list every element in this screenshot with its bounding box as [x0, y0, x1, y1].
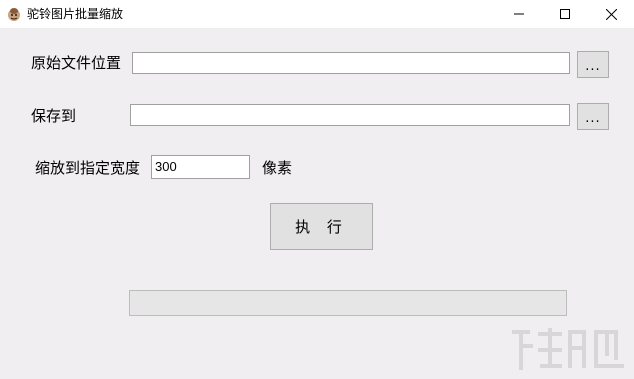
watermark-logo	[512, 328, 624, 370]
minimize-icon	[514, 13, 524, 15]
save-browse-button[interactable]: ...	[577, 103, 609, 130]
app-icon	[8, 8, 20, 21]
close-icon	[605, 8, 617, 20]
source-browse-button[interactable]: ...	[577, 51, 609, 78]
progress-bar	[129, 290, 567, 316]
maximize-button[interactable]	[542, 0, 588, 28]
title-bar: 驼铃图片批量缩放	[0, 0, 634, 28]
execute-button[interactable]: 执 行	[270, 203, 373, 250]
save-to-label: 保存到	[31, 107, 77, 125]
window-title: 驼铃图片批量缩放	[27, 7, 124, 21]
close-button[interactable]	[588, 0, 634, 28]
source-location-input[interactable]	[132, 52, 570, 74]
target-width-label: 缩放到指定宽度	[35, 159, 141, 177]
save-to-input[interactable]	[130, 104, 570, 126]
pixel-unit-label: 像素	[262, 159, 293, 177]
source-location-label: 原始文件位置	[31, 54, 122, 72]
target-width-input[interactable]: 300	[151, 155, 250, 179]
minimize-button[interactable]	[496, 0, 542, 28]
maximize-icon	[560, 9, 570, 19]
